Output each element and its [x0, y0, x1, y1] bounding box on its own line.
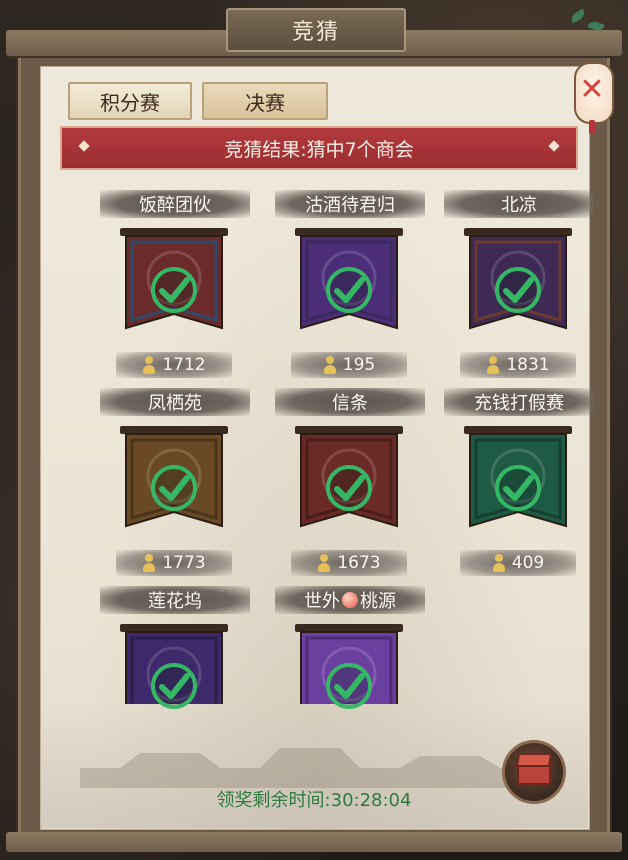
guild-card[interactable]: 北凉 1831 [424, 190, 604, 378]
supporter-count: 195 [291, 352, 407, 378]
checkmark-icon [150, 266, 198, 314]
palace-skyline-decoration [80, 748, 540, 788]
checkmark-icon [494, 266, 542, 314]
guild-card[interactable]: 凤栖苑 1773 [80, 388, 260, 576]
supporter-count-value: 1712 [162, 355, 206, 375]
close-icon: ✕ [579, 72, 605, 107]
supporter-count-value: 1831 [506, 355, 550, 375]
guild-name: 北凉 [444, 190, 594, 218]
tassel-icon [589, 120, 595, 134]
guild-name: 沽酒待君归 [275, 190, 425, 218]
guild-name: 凤栖苑 [100, 388, 250, 416]
supporter-count-value: 409 [511, 553, 545, 573]
supporter-count-value: 1673 [337, 553, 381, 573]
supporter-count: 409 [460, 550, 576, 576]
guild-name: 充钱打假赛 [444, 388, 594, 416]
person-icon [492, 554, 506, 572]
guild-name: 饭醉团伙 [100, 190, 250, 218]
guild-card[interactable]: 信条 1673 [255, 388, 435, 576]
supporter-count: 1673 [291, 550, 407, 576]
result-banner: 竞猜结果:猜中7个商会 [60, 126, 578, 170]
page-title: 竞猜 [226, 8, 406, 52]
guild-name-part: 桃源 [360, 591, 396, 612]
person-icon [323, 356, 337, 374]
tab-points-race[interactable]: 积分赛 [68, 82, 192, 120]
person-icon [142, 554, 156, 572]
guild-card[interactable]: 沽酒待君归 195 [255, 190, 435, 378]
checkmark-icon [325, 464, 373, 512]
guild-card[interactable]: 充钱打假赛 409 [424, 388, 604, 576]
diamond-icon [548, 140, 560, 152]
supporter-count: 1831 [460, 352, 576, 378]
guild-name: 世外 桃源 [275, 586, 425, 614]
guild-card[interactable]: 饭醉团伙 1712 [80, 190, 260, 378]
person-icon [142, 356, 156, 374]
result-text: 竞猜结果:猜中7个商会 [224, 138, 414, 161]
guild-name: 信条 [275, 388, 425, 416]
diamond-icon [78, 140, 90, 152]
tab-final[interactable]: 决赛 [202, 82, 328, 120]
guild-name-part: 世外 [304, 591, 340, 612]
chest-lid-icon [515, 753, 553, 767]
bottom-bar [6, 832, 622, 852]
person-icon [486, 356, 500, 374]
close-button[interactable]: ✕ [572, 58, 614, 134]
supporter-count-value: 195 [342, 355, 376, 375]
reward-chest-button[interactable] [502, 740, 566, 804]
guild-name: 莲花坞 [100, 586, 250, 614]
checkmark-icon [494, 464, 542, 512]
checkmark-icon [325, 266, 373, 314]
supporter-count-value: 1773 [162, 553, 206, 573]
peach-icon [342, 592, 358, 608]
supporter-count: 1773 [116, 550, 232, 576]
checkmark-icon [150, 464, 198, 512]
person-icon [317, 554, 331, 572]
supporter-count: 1712 [116, 352, 232, 378]
